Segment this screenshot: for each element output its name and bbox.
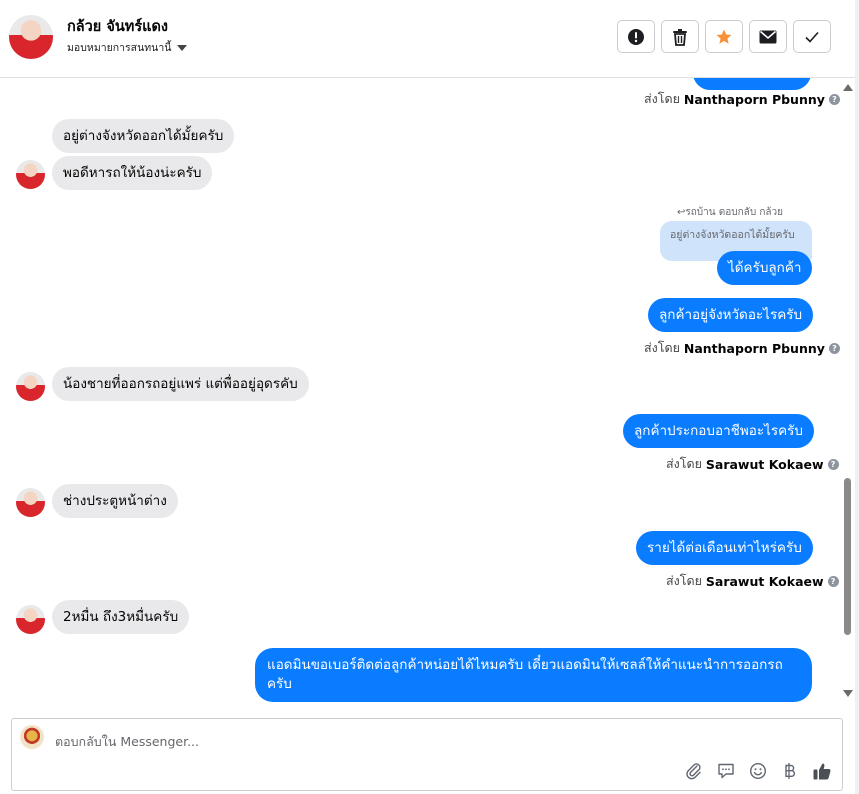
assign-conversation-dropdown[interactable]: มอบหมายการสนทนานี้	[67, 39, 188, 56]
contact-avatar-small	[16, 605, 45, 634]
help-icon[interactable]: ?	[828, 342, 840, 354]
like-icon[interactable]	[812, 761, 832, 781]
contact-avatar-small	[16, 488, 45, 517]
sent-by-prefix: ส่งโดย	[644, 91, 680, 106]
mark-spam-button[interactable]	[617, 20, 655, 53]
sent-by-label: ส่งโดย Sarawut Kokaew ?	[666, 454, 839, 474]
caret-down-icon	[177, 44, 188, 51]
sender-name: Nanthaporn Pbunny	[683, 340, 825, 356]
star-button[interactable]	[705, 20, 743, 53]
outgoing-message: แอดมินขอเบอร์ติดต่อลูกค้าหน่อยได้ไหมครับ…	[255, 648, 812, 702]
assign-label: มอบหมายการสนทนานี้	[67, 42, 172, 54]
sent-by-label: ส่งโดย Nanthaporn Pbunny ?	[644, 338, 840, 358]
page-avatar	[20, 725, 44, 749]
incoming-message: 2หมื่น ถึง3หมื่นครับ	[52, 600, 190, 634]
baht-icon[interactable]	[780, 761, 800, 781]
outgoing-message: ได้ครับลูกค้า	[717, 251, 813, 285]
sent-by-prefix: ส่งโดย	[644, 340, 680, 355]
conversation-toolbar	[617, 20, 831, 53]
scroll-thumb[interactable]	[844, 478, 851, 635]
reply-meta: ↩รถบ้าน ตอบกลับ กล้วย	[677, 207, 783, 218]
help-icon[interactable]: ?	[827, 458, 839, 470]
sent-by-label: ส่งโดย Sarawut Kokaew ?	[666, 571, 839, 591]
sender-name: Sarawut Kokaew	[705, 456, 824, 472]
reply-composer[interactable]: ตอบกลับใน Messenger...	[11, 718, 843, 791]
outgoing-message: ลูกค้าอยู่จังหวัดอะไรครับ	[648, 298, 814, 332]
scroll-down-icon[interactable]	[843, 690, 853, 697]
composer-actions	[684, 761, 832, 781]
contact-avatar-small	[16, 372, 45, 401]
saved-replies-icon[interactable]	[716, 761, 736, 781]
mark-done-button[interactable]	[793, 20, 831, 53]
emoji-icon[interactable]	[748, 761, 768, 781]
incoming-message: ช่างประตูหน้าต่าง	[52, 484, 178, 518]
star-icon	[716, 29, 732, 44]
conversation-header: กล้วย จันทร์แดง มอบหมายการสนทนานี้	[0, 0, 859, 78]
sender-name: Nanthaporn Pbunny	[683, 91, 825, 107]
help-icon[interactable]: ?	[828, 93, 840, 105]
incoming-message: น้องชายที่ออกรถอยู่แพร่ แต่พื่ออยู่อุดรค…	[52, 367, 309, 401]
contact-avatar-small	[16, 160, 45, 189]
mark-unread-button[interactable]	[749, 20, 787, 53]
window-edge	[855, 0, 859, 794]
help-icon[interactable]: ?	[827, 575, 839, 587]
incoming-message: พอดีหารถให้น้องน่ะครับ	[52, 156, 213, 190]
contact-avatar[interactable]	[9, 15, 53, 59]
messenger-conversation: กล้วย จันทร์แดง มอบหมายการสนทนานี้ ส่งโด…	[0, 0, 859, 794]
incoming-message: อยู่ต่างจังหวัดออกได้มั้ยครับ	[52, 119, 235, 153]
outgoing-message: ลูกค้าประกอบอาชีพอะไรครับ	[623, 414, 814, 448]
delete-button[interactable]	[661, 20, 699, 53]
scroll-up-icon[interactable]	[843, 84, 853, 91]
check-icon	[805, 31, 819, 43]
attachment-icon[interactable]	[684, 761, 704, 781]
sender-name: Sarawut Kokaew	[705, 573, 824, 589]
message-list[interactable]: ส่งโดย Nanthaporn Pbunny ? อยู่ต่างจังหว…	[0, 78, 843, 706]
mail-icon	[759, 30, 777, 43]
alert-icon	[628, 28, 644, 45]
reply-input[interactable]: ตอบกลับใน Messenger...	[55, 732, 199, 752]
sent-by-prefix: ส่งโดย	[666, 573, 702, 588]
chat-scrollbar[interactable]	[843, 78, 853, 706]
trash-icon	[673, 28, 687, 46]
outgoing-message: รายได้ต่อเดือนเท่าไหร่ครับ	[636, 531, 813, 565]
contact-name[interactable]: กล้วย จันทร์แดง	[67, 15, 168, 38]
sent-by-label: ส่งโดย Nanthaporn Pbunny ?	[644, 89, 840, 109]
sent-by-prefix: ส่งโดย	[666, 456, 702, 471]
